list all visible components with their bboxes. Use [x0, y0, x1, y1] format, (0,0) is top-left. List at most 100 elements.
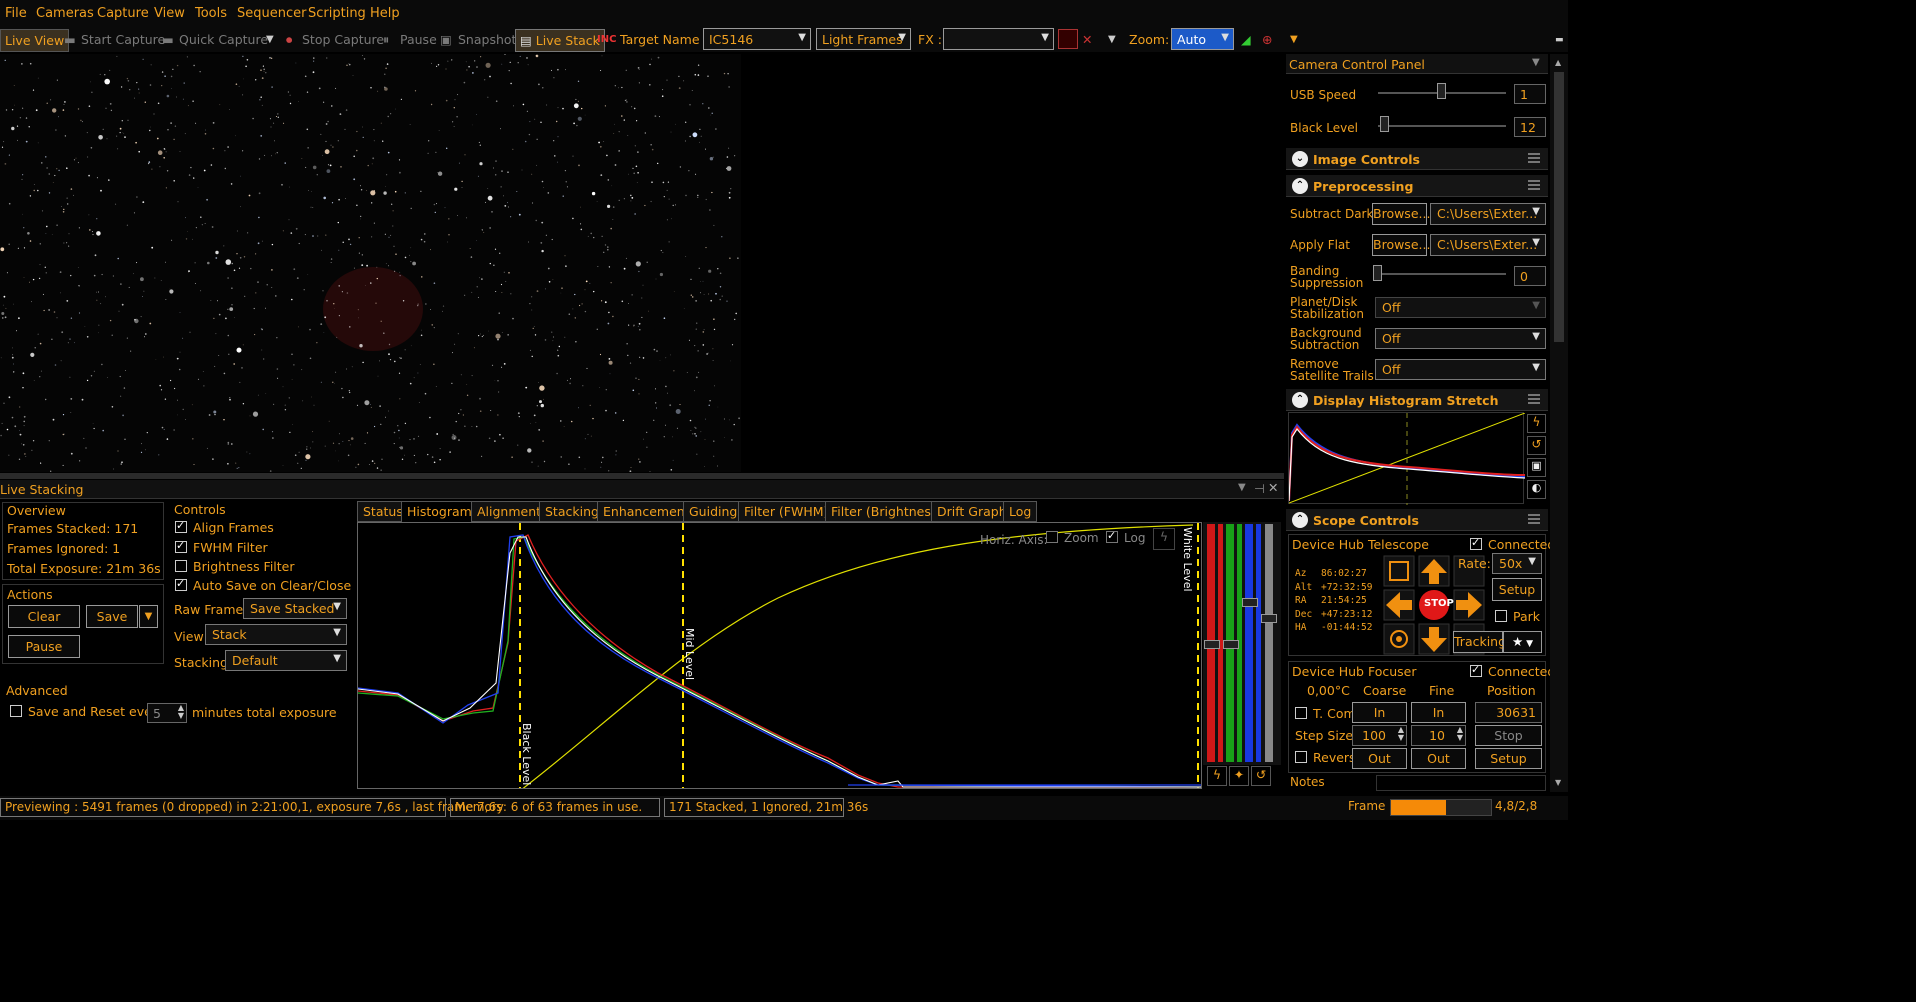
menu-icon[interactable]: [1528, 180, 1540, 190]
fine-out-button[interactable]: Out: [1411, 748, 1466, 769]
menu-scripting[interactable]: Scripting: [308, 6, 366, 21]
tab-alignment[interactable]: Alignment: [471, 501, 548, 522]
reverse-row[interactable]: Revers: [1295, 750, 1356, 765]
coarse-out-button[interactable]: Out: [1352, 748, 1407, 769]
usb-speed-knob[interactable]: [1437, 83, 1446, 99]
spinner-arrows-icon[interactable]: ▲ ▼: [1457, 726, 1463, 742]
frame-type-combo[interactable]: Light Frames ▼: [816, 28, 911, 50]
tracking-mode-select[interactable]: ★ ▼: [1503, 631, 1542, 653]
focuser-stop-button[interactable]: Stop: [1475, 725, 1542, 746]
chevron-down-icon[interactable]: ▼: [1532, 57, 1540, 68]
park-row[interactable]: Park: [1495, 609, 1540, 624]
start-capture-button[interactable]: Start Capture: [81, 32, 165, 47]
banding-slider[interactable]: [1378, 273, 1506, 275]
pause-stack-button[interactable]: Pause: [8, 635, 80, 658]
sparkle-icon[interactable]: ✦: [1229, 766, 1249, 786]
chevron-down-icon[interactable]: ▼: [1238, 482, 1246, 493]
tab-stacking[interactable]: Stacking: [539, 501, 605, 522]
focuser-setup-button[interactable]: Setup: [1475, 748, 1542, 769]
pin-icon[interactable]: ⊣: [1254, 481, 1265, 496]
planet-select[interactable]: Off ▼: [1375, 297, 1546, 318]
menu-tools[interactable]: Tools: [195, 6, 227, 21]
image-controls-header[interactable]: ⌄ Image Controls: [1286, 148, 1548, 170]
black-level-field[interactable]: 12: [1514, 117, 1546, 137]
browse-dark-button[interactable]: Browse...: [1372, 203, 1430, 225]
menu-cameras[interactable]: Cameras: [36, 6, 94, 21]
notes-field[interactable]: [1376, 775, 1546, 791]
tab-filter-brightness[interactable]: Filter (Brightness): [825, 501, 949, 522]
live-image[interactable]: [0, 54, 741, 472]
tab-enhancement[interactable]: Enhancement: [597, 501, 696, 522]
scroll-down-icon[interactable]: ▼: [1555, 778, 1561, 787]
menu-view[interactable]: View: [154, 6, 185, 21]
blue-knob[interactable]: [1242, 598, 1258, 607]
brightness-filter-checkbox[interactable]: [175, 560, 187, 572]
preprocessing-header[interactable]: ⌃ Preprocessing: [1286, 175, 1548, 197]
lightning-icon[interactable]: ϟ: [1153, 528, 1175, 550]
menu-icon[interactable]: [1528, 514, 1540, 524]
tab-log[interactable]: Log: [1003, 501, 1038, 522]
tab-guiding[interactable]: Guiding: [683, 501, 744, 522]
telescope-connected[interactable]: Connected: [1470, 536, 1555, 552]
splitter[interactable]: [0, 473, 1284, 479]
spinner-arrows-icon[interactable]: ▲ ▼: [178, 704, 184, 720]
live-view-button[interactable]: Live View: [0, 29, 70, 52]
flat-path-select[interactable]: C:\Users\Exter... ▼: [1430, 234, 1546, 256]
snapshot-button[interactable]: Snapshot: [458, 32, 516, 47]
chevron-down-icon[interactable]: ▼: [1290, 34, 1298, 45]
coarse-in-button[interactable]: In: [1352, 702, 1407, 723]
clear-button[interactable]: Clear: [8, 605, 80, 628]
log-checkbox[interactable]: [1106, 529, 1118, 543]
contrast-icon[interactable]: ◐: [1527, 480, 1546, 499]
stop-label[interactable]: STOP: [1424, 598, 1454, 609]
scroll-thumb[interactable]: [1554, 72, 1564, 342]
scroll-up-icon[interactable]: ▲: [1555, 58, 1561, 67]
black-level-slider[interactable]: [1378, 125, 1506, 127]
focuser-connected-checkbox[interactable]: [1470, 663, 1482, 677]
target-name-combo[interactable]: IC5146 ▼: [703, 28, 811, 50]
fwhm-filter-row[interactable]: FWHM Filter: [175, 539, 268, 555]
pause-button[interactable]: Pause: [400, 32, 437, 47]
chevron-down-icon[interactable]: ▼: [1108, 34, 1116, 45]
stop-capture-button[interactable]: Stop Capture: [302, 32, 384, 47]
scope-controls-header[interactable]: ⌃ Scope Controls: [1286, 509, 1548, 531]
blue-white-slider[interactable]: [1256, 524, 1261, 762]
align-frames-row[interactable]: Align Frames: [175, 519, 274, 535]
save-dropdown-button[interactable]: ▼: [139, 605, 158, 628]
save-icon[interactable]: ▣: [1527, 458, 1546, 477]
spinner-arrows-icon[interactable]: ▲ ▼: [1398, 726, 1404, 742]
menu-file[interactable]: File: [5, 6, 27, 21]
histogram-icon[interactable]: ◢: [1241, 32, 1251, 47]
blue-black-slider[interactable]: [1245, 524, 1253, 762]
pin-icon[interactable]: ▬: [1555, 35, 1564, 45]
auto-save-row[interactable]: Auto Save on Clear/Close: [175, 577, 351, 593]
tab-histogram[interactable]: Histogram: [401, 501, 478, 522]
green-knob[interactable]: [1223, 640, 1239, 649]
brightness-filter-row[interactable]: Brightness Filter: [175, 559, 295, 574]
close-icon[interactable]: ✕: [1268, 480, 1278, 495]
log-option[interactable]: Log: [1106, 529, 1145, 545]
record-box-icon[interactable]: [1058, 29, 1078, 49]
reset-icon[interactable]: ↺: [1527, 436, 1546, 455]
target-icon[interactable]: ⊕: [1262, 32, 1272, 47]
tab-drift-graph[interactable]: Drift Graph: [931, 501, 1013, 522]
menu-sequencer[interactable]: Sequencer: [237, 6, 306, 21]
crosshair-off-icon[interactable]: ✕: [1082, 32, 1092, 47]
usb-speed-field[interactable]: 1: [1514, 84, 1546, 104]
right-scrollbar[interactable]: ▲ ▼: [1550, 54, 1568, 792]
auto-stretch-icon[interactable]: ϟ: [1527, 414, 1546, 433]
coarse-step-field[interactable]: 100 ▲ ▼: [1352, 725, 1407, 746]
fine-step-field[interactable]: 10 ▲ ▼: [1411, 725, 1466, 746]
zoom-checkbox[interactable]: [1046, 531, 1058, 543]
red-knob[interactable]: [1204, 640, 1220, 649]
menu-icon[interactable]: [1528, 394, 1540, 404]
stacking-select[interactable]: Default ▼: [225, 650, 347, 671]
browse-flat-button[interactable]: Browse...: [1372, 234, 1430, 256]
black-level-knob[interactable]: [1380, 116, 1389, 132]
stretch-preview[interactable]: [1288, 412, 1526, 505]
tcomp-row[interactable]: T. Com: [1295, 706, 1356, 721]
live-stack-button[interactable]: ▤ Live Stack: [515, 29, 605, 52]
fine-in-button[interactable]: In: [1411, 702, 1466, 723]
focuser-connected[interactable]: Connected: [1470, 663, 1555, 679]
chevron-down-icon[interactable]: ▼: [266, 34, 274, 45]
